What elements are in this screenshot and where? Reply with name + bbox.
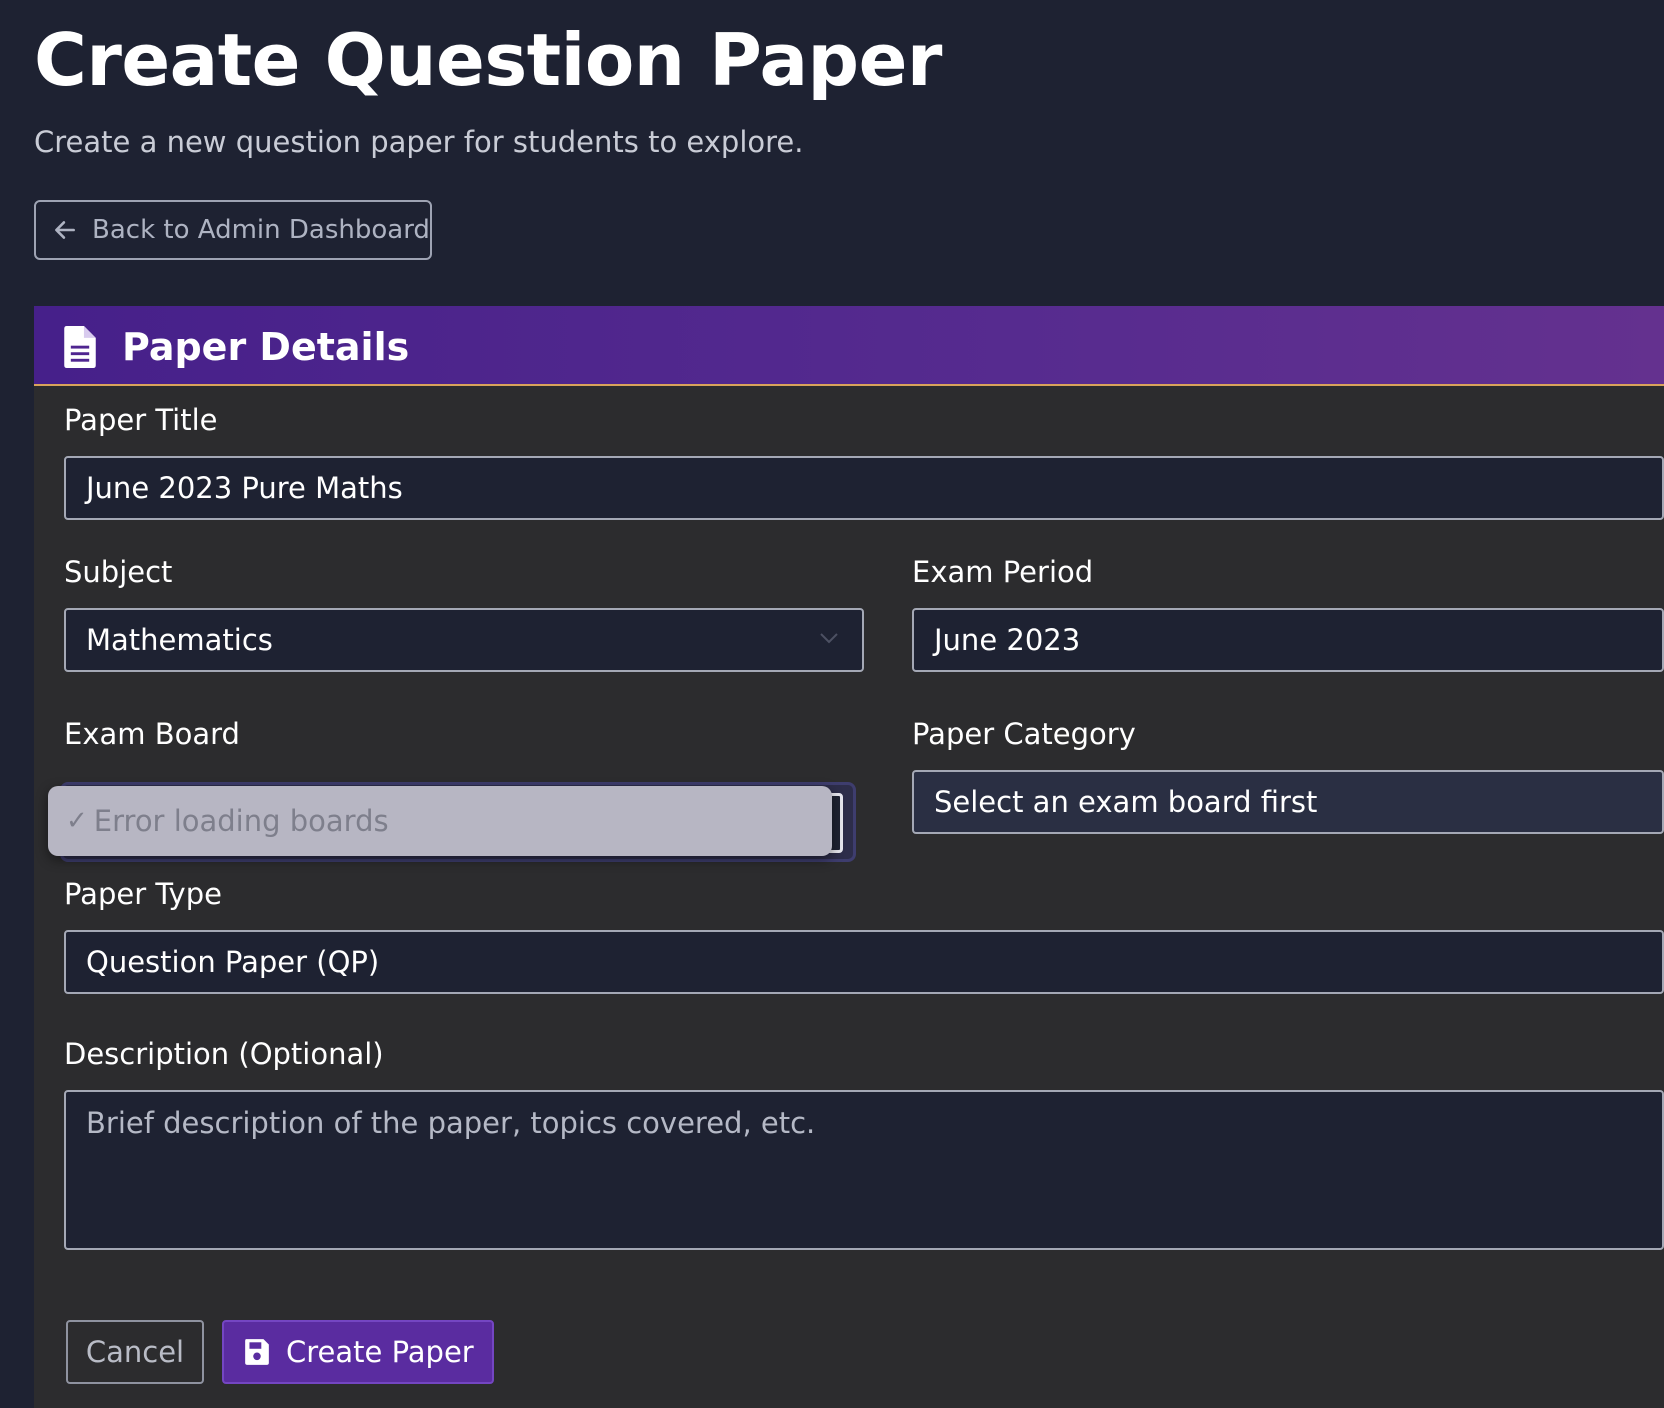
back-button-label: Back to Admin Dashboard: [92, 215, 430, 245]
exam-period-value: June 2023: [934, 623, 1081, 657]
paper-category-select[interactable]: Select an exam board first: [912, 770, 1664, 834]
subject-label: Subject: [64, 555, 173, 589]
back-to-dashboard-button[interactable]: Back to Admin Dashboard: [34, 200, 432, 260]
exam-period-input[interactable]: June 2023: [912, 608, 1664, 672]
paper-title-label: Paper Title: [64, 403, 218, 437]
arrow-left-icon: [55, 221, 75, 239]
exam-period-label: Exam Period: [912, 555, 1094, 589]
save-icon: [245, 1339, 269, 1365]
paper-category-label: Paper Category: [912, 717, 1136, 751]
exam-board-option-label: Error loading boards: [93, 804, 389, 838]
exam-board-label: Exam Board: [64, 717, 240, 751]
paper-category-value: Select an exam board first: [934, 785, 1318, 819]
paper-details-card: Paper Details Paper Title June 2023 Pure…: [34, 306, 1664, 1408]
paper-title-value: June 2023 Pure Maths: [86, 471, 403, 505]
subject-select[interactable]: Mathematics: [64, 608, 864, 672]
paper-title-input[interactable]: June 2023 Pure Maths: [64, 456, 1664, 520]
create-paper-label: Create Paper: [286, 1335, 474, 1369]
description-label: Description (Optional): [64, 1037, 384, 1071]
card-title: Paper Details: [122, 325, 410, 369]
paper-type-label: Paper Type: [64, 877, 222, 911]
subject-value: Mathematics: [86, 623, 273, 657]
description-placeholder: Brief description of the paper, topics c…: [86, 1106, 816, 1140]
paper-type-value: Question Paper (QP): [86, 945, 380, 979]
checkmark-icon: ✓: [66, 806, 88, 836]
description-textarea[interactable]: Brief description of the paper, topics c…: [64, 1090, 1664, 1250]
page-subtitle: Create a new question paper for students…: [34, 125, 804, 159]
cancel-button-label: Cancel: [85, 1335, 185, 1369]
page-title: Create Question Paper: [34, 18, 942, 102]
paper-type-select[interactable]: Question Paper (QP): [64, 930, 1664, 994]
document-icon: [64, 326, 96, 368]
exam-board-dropdown-option[interactable]: ✓ Error loading boards: [48, 786, 832, 856]
chevron-down-icon: [820, 633, 838, 644]
cancel-button[interactable]: Cancel: [66, 1320, 204, 1384]
create-paper-button[interactable]: Create Paper: [222, 1320, 494, 1384]
card-header: Paper Details: [34, 306, 1664, 386]
